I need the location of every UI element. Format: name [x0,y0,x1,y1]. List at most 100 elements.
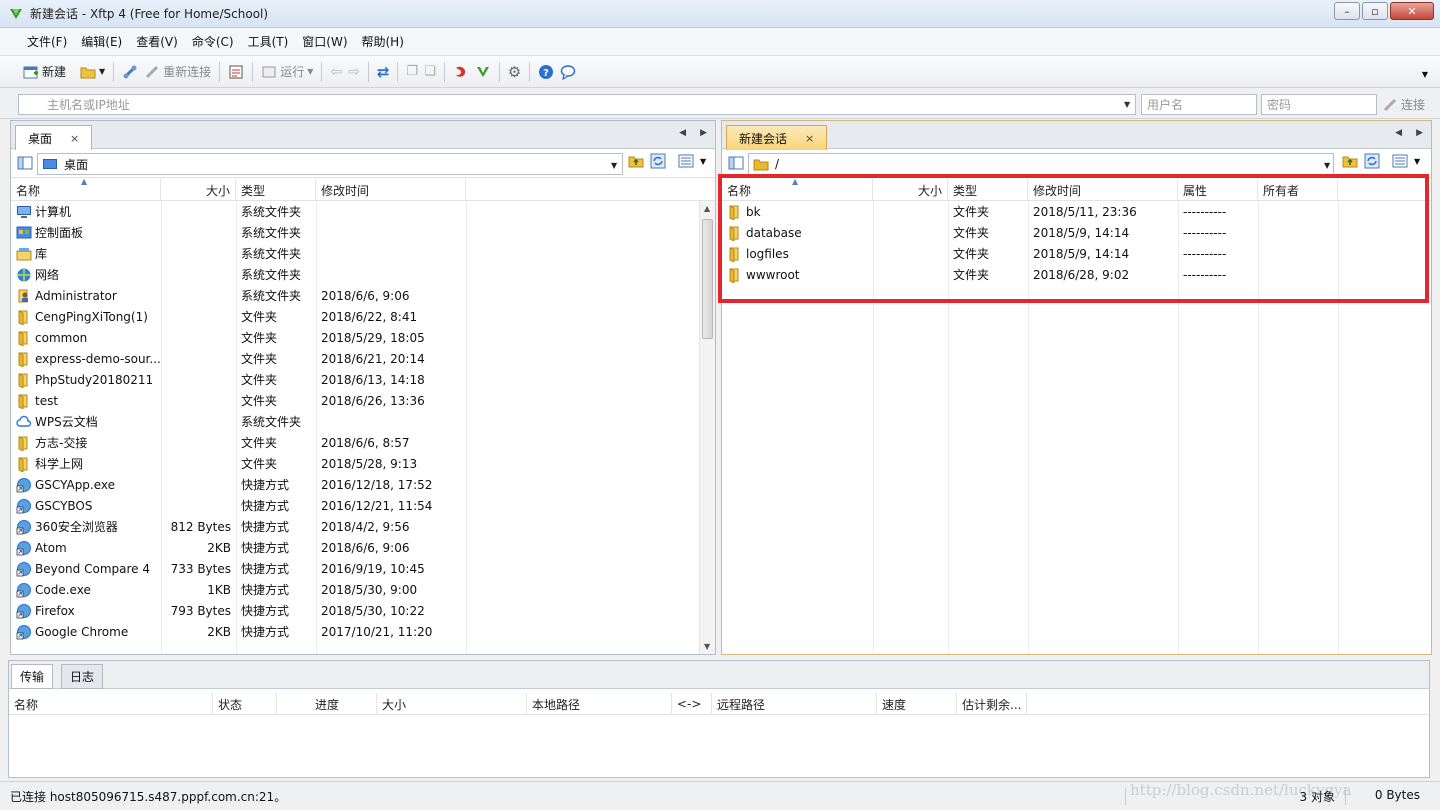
new-session-button[interactable]: 新建 [20,60,69,84]
sidebar-toggle-icon[interactable] [17,155,33,171]
column-size[interactable]: 大小 [161,179,236,201]
table-row[interactable]: 科学上网 文件夹 2018/5/28, 9:13 [11,453,715,474]
run-button[interactable]: 运行 ▼ [258,60,316,84]
view-mode-icon[interactable] [678,153,694,169]
refresh-icon[interactable] [1364,153,1380,169]
scrollbar-thumb[interactable] [702,219,713,339]
column-name[interactable]: 名称 [9,693,213,715]
column-direction[interactable]: <-> [672,693,712,715]
copy-button[interactable]: ❐ [403,60,421,84]
menu-window[interactable]: 窗口(W) [295,33,354,50]
chevron-down-icon[interactable]: ▼ [1414,157,1420,166]
table-row[interactable]: express-demo-sour... 文件夹 2018/6/21, 20:14 [11,348,715,369]
menu-help[interactable]: 帮助(H) [355,33,411,50]
chevron-down-icon[interactable]: ▼ [700,157,706,166]
column-modified[interactable]: 修改时间 [316,179,466,201]
menu-tools[interactable]: 工具(T) [241,33,296,50]
back-button[interactable]: ⇦ [327,60,345,84]
column-status[interactable]: 状态 [213,693,277,715]
table-row[interactable]: bk 文件夹 2018/5/11, 23:36 ---------- [722,201,1431,222]
chevron-down-icon[interactable]: ▼ [611,161,617,170]
table-row[interactable]: CengPingXiTong(1) 文件夹 2018/6/22, 8:41 [11,306,715,327]
properties-button[interactable] [225,60,247,84]
close-button[interactable]: ✕ [1390,2,1434,20]
paste-button[interactable]: ❏ [421,60,439,84]
tab-prev-icon[interactable]: ◀ [1395,128,1402,138]
open-button[interactable]: ▼ [77,60,108,84]
table-row[interactable]: Firefox 793 Bytes 快捷方式 2018/5/30, 10:22 [11,600,715,621]
local-path-field[interactable]: 桌面 [37,153,623,175]
table-row[interactable]: 计算机 系统文件夹 [11,201,715,222]
settings-button[interactable]: ⚙ [505,60,524,84]
menu-command[interactable]: 命令(C) [185,33,241,50]
column-size[interactable]: 大小 [873,179,948,201]
column-name[interactable]: 名称 ▲ [11,179,161,201]
connect-toolbar-button[interactable] [119,60,141,84]
column-speed[interactable]: 速度 [877,693,957,715]
minimize-button[interactable]: – [1334,2,1360,20]
table-row[interactable]: Atom 2KB 快捷方式 2018/6/6, 9:06 [11,537,715,558]
tab-log[interactable]: 日志 [61,664,104,689]
scroll-down-icon[interactable]: ▼ [704,642,710,651]
xshell-button[interactable] [450,60,472,84]
scroll-up-icon[interactable]: ▲ [704,204,710,213]
table-row[interactable]: GSCYBOS 快捷方式 2016/12/21, 11:54 [11,495,715,516]
table-row[interactable]: 360安全浏览器 812 Bytes 快捷方式 2018/4/2, 9:56 [11,516,715,537]
tab-new-session[interactable]: 新建会话 × [726,125,828,150]
table-row[interactable]: logfiles 文件夹 2018/5/9, 14:14 ---------- [722,243,1431,264]
table-row[interactable]: common 文件夹 2018/5/29, 18:05 [11,327,715,348]
tab-next-icon[interactable]: ▶ [700,128,707,138]
sidebar-toggle-icon[interactable] [728,155,744,171]
column-name[interactable]: 名称 ▲ [722,179,873,201]
menu-view[interactable]: 查看(V) [129,33,185,50]
parent-folder-icon[interactable] [1342,153,1358,169]
column-type[interactable]: 类型 [948,179,1028,201]
host-dropdown-icon[interactable]: ▼ [1124,100,1130,109]
table-row[interactable]: Beyond Compare 4 733 Bytes 快捷方式 2016/9/19, … [11,558,715,579]
chat-button[interactable] [557,60,579,84]
table-row[interactable]: 控制面板 系统文件夹 [11,222,715,243]
column-owner[interactable]: 所有者 [1258,179,1338,201]
table-row[interactable]: wwwroot 文件夹 2018/6/28, 9:02 ---------- [722,264,1431,285]
local-scrollbar[interactable]: ▲ ▼ [699,201,715,654]
xftp-button[interactable] [472,60,494,84]
connect-button[interactable]: 连接 [1382,96,1425,113]
table-row[interactable]: GSCYApp.exe 快捷方式 2016/12/18, 17:52 [11,474,715,495]
maximize-button[interactable]: ▫ [1362,2,1388,20]
column-modified[interactable]: 修改时间 [1028,179,1178,201]
parent-folder-icon[interactable] [628,153,644,169]
table-row[interactable]: Administrator 系统文件夹 2018/6/6, 9:06 [11,285,715,306]
remote-path-field[interactable]: / [748,153,1334,175]
table-row[interactable]: 网络 系统文件夹 [11,264,715,285]
host-input[interactable] [18,94,1136,115]
view-mode-icon[interactable] [1392,153,1408,169]
forward-button[interactable]: ⇨ [345,60,363,84]
column-type[interactable]: 类型 [236,179,316,201]
column-progress[interactable]: 进度 [277,693,377,715]
column-attributes[interactable]: 属性 [1178,179,1258,201]
tab-prev-icon[interactable]: ◀ [679,128,686,138]
username-input[interactable] [1141,94,1257,115]
tab-transfer[interactable]: 传输 [11,664,54,689]
table-row[interactable]: 库 系统文件夹 [11,243,715,264]
refresh-icon[interactable] [650,153,666,169]
column-local-path[interactable]: 本地路径 [527,693,672,715]
toolbar-overflow-icon[interactable]: ▼ [1422,70,1428,79]
tab-desktop[interactable]: 桌面 × [15,125,93,150]
help-button[interactable]: ? [535,60,557,84]
table-row[interactable]: Google Chrome 2KB 快捷方式 2017/10/21, 11:20 [11,621,715,642]
menu-edit[interactable]: 编辑(E) [74,33,129,50]
menu-file[interactable]: 文件(F) [20,33,74,50]
column-size[interactable]: 大小 [377,693,527,715]
table-row[interactable]: PhpStudy20180211 文件夹 2018/6/13, 14:18 [11,369,715,390]
column-eta[interactable]: 估计剩余... [957,693,1027,715]
table-row[interactable]: database 文件夹 2018/5/9, 14:14 ---------- [722,222,1431,243]
close-icon[interactable]: × [805,132,814,145]
sync-button[interactable]: ⇄ [374,60,393,84]
table-row[interactable]: WPS云文档 系统文件夹 [11,411,715,432]
table-row[interactable]: 方志-交接 文件夹 2018/6/6, 8:57 [11,432,715,453]
chevron-down-icon[interactable]: ▼ [1324,161,1330,170]
column-remote-path[interactable]: 远程路径 [712,693,877,715]
table-row[interactable]: Code.exe 1KB 快捷方式 2018/5/30, 9:00 [11,579,715,600]
table-row[interactable]: test 文件夹 2018/6/26, 13:36 [11,390,715,411]
